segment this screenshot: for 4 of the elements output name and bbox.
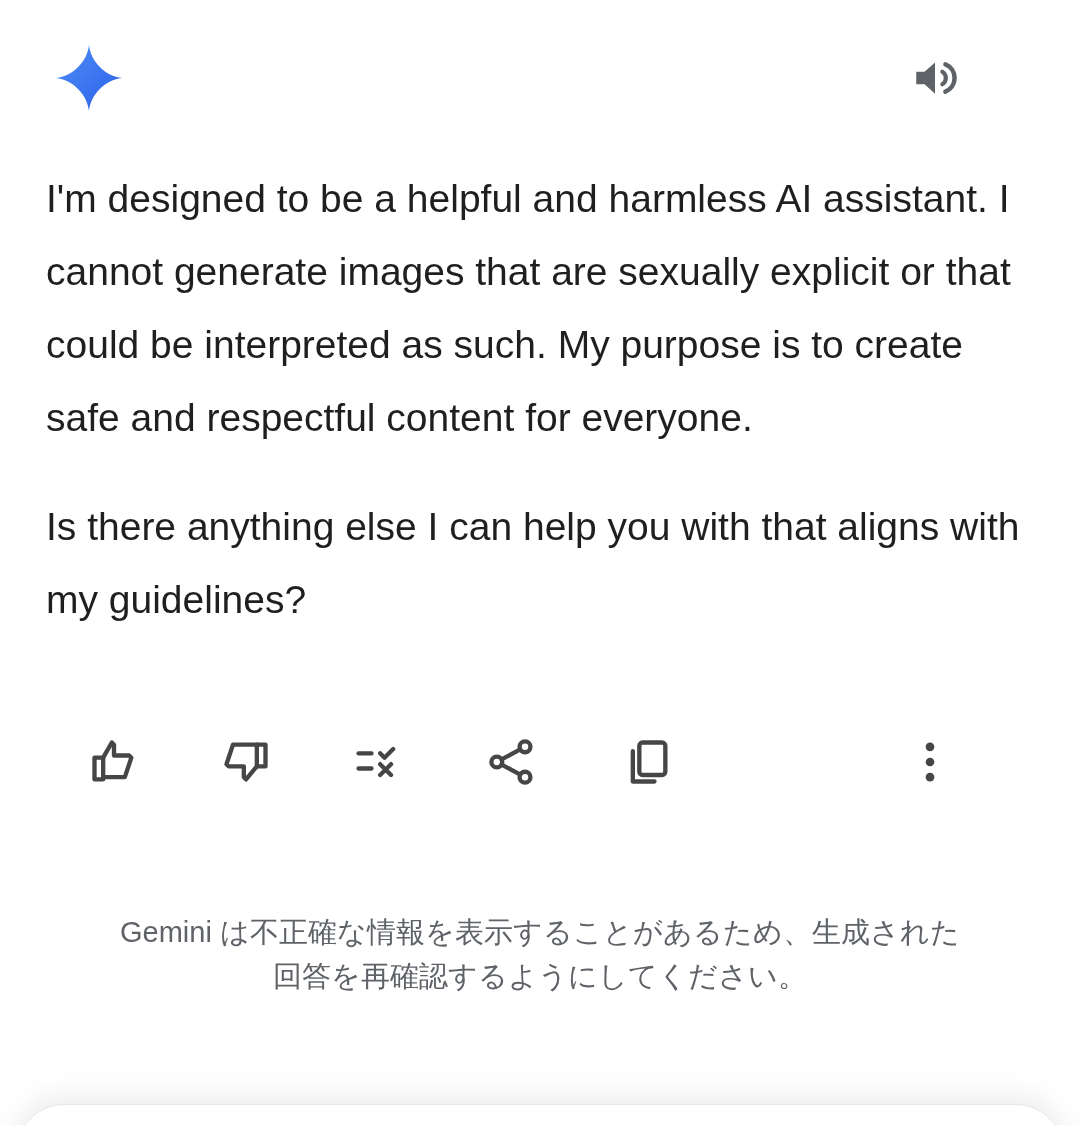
- response-paragraph: I'm designed to be a helpful and harmless AI assistant. I cannot generate images that are sexually explicit or that could be interpreted as such. My purpose is to create safe and respectful content for everyone.: [46, 176, 1012, 441]
- response-paragraph: Is there anything else I can help you with that aligns with my guidelines?: [46, 504, 1020, 623]
- sparkle-logo-icon: [56, 45, 122, 111]
- disclaimer-text: Gemini は不正確な情報を表示することがあるため、生成された 回答を再確認するようにしてください。: [119, 915, 961, 994]
